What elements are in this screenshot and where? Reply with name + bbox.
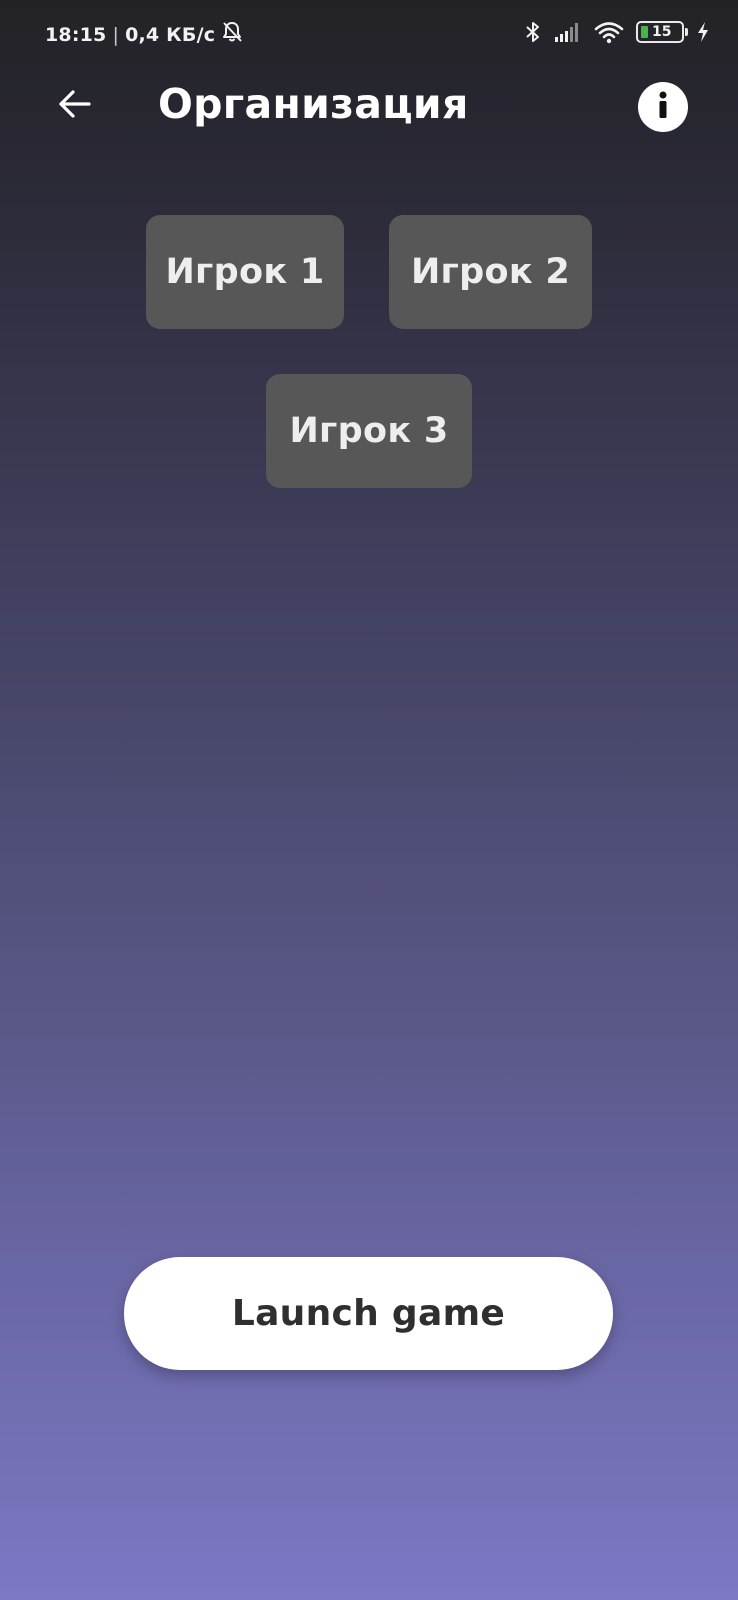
battery-fill [641, 26, 648, 38]
launch-game-button[interactable]: Launch game [124, 1257, 613, 1370]
battery-level: 15 [652, 24, 672, 40]
status-time: 18:15 [45, 23, 107, 46]
header: Организация [0, 66, 738, 150]
battery-cap [685, 28, 688, 36]
signal-icon [554, 21, 582, 43]
bluetooth-icon [524, 20, 542, 44]
page-title: Организация [158, 80, 469, 128]
status-right: 15 [524, 20, 710, 44]
player-chip-2[interactable]: Игрок 2 [389, 215, 592, 329]
player-chip-3[interactable]: Игрок 3 [266, 374, 472, 488]
info-icon [653, 90, 673, 124]
player-chip-1[interactable]: Игрок 1 [146, 215, 344, 329]
status-bar: 18:15 | 0,4 КБ/с 15 [0, 0, 738, 66]
battery-icon: 15 [636, 21, 688, 43]
network-speed: 0,4 КБ/с [125, 23, 216, 46]
wifi-icon [594, 20, 624, 44]
info-button[interactable] [638, 82, 688, 132]
status-left: 18:15 | 0,4 КБ/с [45, 20, 243, 49]
arrow-left-icon [57, 89, 91, 123]
screen: 18:15 | 0,4 КБ/с 15 Организация Игрок 1 … [0, 0, 738, 1600]
back-button[interactable] [50, 82, 98, 130]
charging-icon [696, 21, 710, 43]
status-separator: | [112, 23, 120, 46]
bell-off-icon [221, 20, 243, 49]
